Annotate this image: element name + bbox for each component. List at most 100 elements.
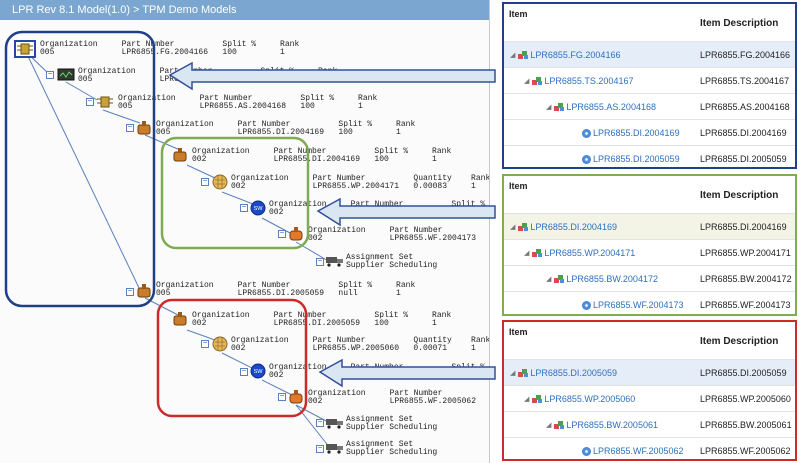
expand-toggle[interactable]: − (201, 340, 209, 348)
bom-icon (532, 248, 543, 258)
table-row[interactable]: ◢ LPR6855.AS.2004168 LPR6855.AS.2004168 (504, 93, 795, 119)
item-description: LPR6855.WP.2005060 (700, 394, 791, 404)
expand-toggle[interactable]: − (126, 124, 134, 132)
truck-icon (326, 419, 343, 429)
node-values: 002 LPR6855.DI.2005059 100 1 (192, 319, 437, 328)
expand-toggle[interactable]: − (240, 368, 248, 376)
gear-icon (582, 154, 591, 164)
table-row[interactable]: LPR6855.WF.2004173 LPR6855.WF.2004173 (504, 291, 795, 314)
expand-toggle[interactable]: − (86, 98, 94, 106)
node-values: 005 LPR6855.FG.2004166 100 1 (40, 48, 285, 57)
pot-icon (173, 148, 187, 162)
gear-icon (582, 446, 591, 456)
collapse-triangle-icon[interactable]: ◢ (510, 369, 515, 377)
column-header-description: Item Description (700, 18, 779, 29)
collapse-triangle-icon[interactable]: ◢ (510, 51, 515, 59)
wafer-icon (212, 336, 228, 352)
table-row[interactable]: ◢ LPR6855.WP.2004171 LPR6855.WP.2004171 (504, 239, 795, 265)
table-row[interactable]: ◢ LPR6855.DI.2004169 LPR6855.DI.2004169 (504, 213, 795, 239)
sw-icon: SW (250, 200, 266, 216)
bom-icon (518, 368, 529, 378)
wafer-icon (212, 174, 228, 190)
item-link[interactable]: LPR6855.DI.2004169 (530, 222, 617, 232)
item-link[interactable]: LPR6855.DI.2005059 (530, 368, 617, 378)
gear-icon (582, 300, 591, 310)
node-values: 002 LPR6855.WP.2005060 0.00071 1 (231, 344, 476, 353)
node-values: 005 LPR6855.DI.2004169 100 1 (156, 128, 401, 137)
item-panel-red: Item Item Description ◢ LPR6855.DI.200505… (502, 320, 797, 461)
item-description: LPR6855.AS.2004168 (700, 102, 790, 112)
table-row[interactable]: ◢ LPR6855.BW.2005061 LPR6855.BW.2005061 (504, 411, 795, 437)
table-row[interactable]: LPR6855.DI.2005059 LPR6855.DI.2005059 (504, 145, 795, 167)
item-link[interactable]: LPR6855.DI.2004169 (593, 128, 680, 138)
svg-text:SW: SW (254, 206, 264, 212)
expand-toggle[interactable]: − (316, 419, 324, 427)
expand-toggle[interactable]: − (240, 204, 248, 212)
breadcrumb: LPR Rev 8.1 Model(1.0) > TPM Demo Models (0, 0, 489, 20)
truck-icon (326, 257, 343, 267)
item-link[interactable]: LPR6855.TS.2004167 (544, 76, 633, 86)
component-icon (97, 96, 113, 108)
bom-icon (518, 222, 529, 232)
item-link[interactable]: LPR6855.WP.2004171 (544, 248, 635, 258)
item-description: LPR6855.DI.2005059 (700, 368, 787, 378)
item-description: LPR6855.WF.2004173 (700, 300, 791, 310)
expand-toggle[interactable]: − (316, 445, 324, 453)
truck-icon (326, 444, 343, 454)
node-values: 002 LPR6855.WF.2005062 100 1 (308, 397, 477, 406)
item-link[interactable]: LPR6855.WP.2005060 (544, 394, 635, 404)
expand-toggle[interactable]: − (278, 230, 286, 238)
item-link[interactable]: LPR6855.DI.2005059 (593, 154, 680, 164)
item-description: LPR6855.WP.2004171 (700, 248, 791, 258)
bom-icon (554, 420, 565, 430)
node-values: Supplier Scheduling 1 (346, 261, 438, 270)
node-values: 002 LPR6855.DI.2004169 100 1 (192, 155, 437, 164)
collapse-triangle-icon[interactable]: ◢ (524, 249, 529, 257)
node-values: 002 LPR6855.BW.2004172 100 1 (269, 208, 490, 217)
node-values: 005 LPR6855.AS.2004168 100 1 (118, 102, 363, 111)
tree-node-root[interactable] (14, 40, 36, 58)
table-row[interactable]: ◢ LPR6855.WP.2005060 LPR6855.WP.2005060 (504, 385, 795, 411)
table-row[interactable]: LPR6855.DI.2004169 LPR6855.DI.2004169 (504, 119, 795, 145)
table-row[interactable]: ◢ LPR6855.DI.2005059 LPR6855.DI.2005059 (504, 359, 795, 385)
gear-icon (582, 128, 591, 138)
collapse-triangle-icon[interactable]: ◢ (510, 223, 515, 231)
component-icon (17, 43, 33, 55)
node-values: Supplier Scheduling 1 (346, 423, 438, 432)
item-link[interactable]: LPR6855.FG.2004166 (530, 50, 620, 60)
expand-toggle[interactable]: − (316, 258, 324, 266)
bom-icon (554, 102, 565, 112)
expand-toggle[interactable]: − (126, 288, 134, 296)
column-header-description: Item Description (700, 336, 779, 347)
bom-icon (532, 394, 543, 404)
item-link[interactable]: LPR6855.AS.2004168 (566, 102, 656, 112)
expand-toggle[interactable]: − (46, 71, 54, 79)
collapse-triangle-icon[interactable]: ◢ (524, 77, 529, 85)
item-link[interactable]: LPR6855.WF.2004173 (593, 300, 684, 310)
collapse-triangle-icon[interactable]: ◢ (546, 421, 551, 429)
item-description: LPR6855.TS.2004167 (700, 76, 790, 86)
monitor-icon (57, 68, 75, 81)
item-link[interactable]: LPR6855.BW.2004172 (566, 274, 658, 284)
node-values: Supplier Scheduling 1 (346, 448, 438, 457)
table-row[interactable]: ◢ LPR6855.TS.2004167 LPR6855.TS.2004167 (504, 67, 795, 93)
column-header-item: Item (509, 9, 528, 19)
table-row[interactable]: ◢ LPR6855.BW.2004172 LPR6855.BW.2004172 (504, 265, 795, 291)
tree-panel: LPR Rev 8.1 Model(1.0) > TPM Demo Models (0, 0, 490, 463)
expand-toggle[interactable]: − (278, 393, 286, 401)
pot-icon (137, 284, 151, 298)
collapse-triangle-icon[interactable]: ◢ (524, 395, 529, 403)
table-row[interactable]: ◢ LPR6855.FG.2004166 LPR6855.FG.2004166 (504, 41, 795, 67)
item-link[interactable]: LPR6855.WF.2005062 (593, 446, 684, 456)
bom-icon (554, 274, 565, 284)
tree-canvas: Organization Part Number Split % Rank 00… (0, 20, 490, 463)
pot-icon (289, 227, 303, 241)
expand-toggle[interactable]: − (201, 178, 209, 186)
item-description: LPR6855.BW.2004172 (700, 274, 792, 284)
collapse-triangle-icon[interactable]: ◢ (546, 103, 551, 111)
item-link[interactable]: LPR6855.BW.2005061 (566, 420, 658, 430)
table-row[interactable]: LPR6855.WF.2005062 LPR6855.WF.2005062 (504, 437, 795, 459)
node-values: 002 LPR6855.BW.2005061 100 1 (269, 371, 490, 380)
collapse-triangle-icon[interactable]: ◢ (546, 275, 551, 283)
item-description: LPR6855.FG.2004166 (700, 50, 791, 60)
